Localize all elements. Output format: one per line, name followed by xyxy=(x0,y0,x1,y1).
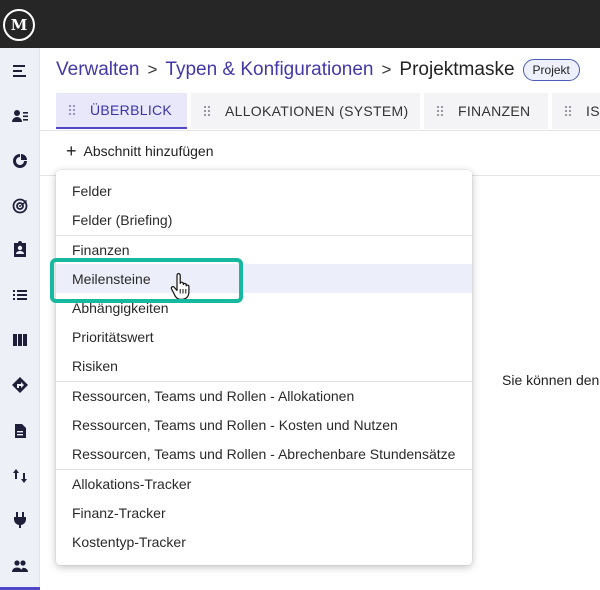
user-list-icon[interactable] xyxy=(0,104,40,128)
menu-item-felder-briefing[interactable]: Felder (Briefing) xyxy=(56,205,472,234)
breadcrumb-separator: > xyxy=(147,60,158,79)
drag-handle-icon[interactable] xyxy=(564,105,572,117)
breadcrumb-link-typen[interactable]: Typen & Konfigurationen xyxy=(165,59,373,81)
breadcrumb-separator: > xyxy=(381,60,392,79)
breadcrumb-link-verwalten[interactable]: Verwalten xyxy=(56,59,139,81)
tab-is[interactable]: IS xyxy=(552,93,600,129)
tab-label: ÜBERBLICK xyxy=(90,102,173,118)
hand-pointer-icon xyxy=(170,273,190,299)
menu-item-prioritaetswert[interactable]: Prioritätswert xyxy=(56,322,472,351)
drag-handle-icon[interactable] xyxy=(68,104,76,116)
menu-item-ressourcen-stundensaetze[interactable]: Ressourcen, Teams und Rollen - Abrechenb… xyxy=(56,439,472,468)
plug-icon[interactable] xyxy=(0,508,40,532)
route-diamond-icon[interactable] xyxy=(0,373,40,397)
plus-icon: + xyxy=(66,141,77,161)
breadcrumb: Verwalten > Typen & Konfigurationen > Pr… xyxy=(56,59,580,81)
target-icon[interactable] xyxy=(0,194,40,218)
people-icon[interactable] xyxy=(0,554,40,578)
document-icon[interactable] xyxy=(0,419,40,443)
tab-label: ALLOKATIONEN (SYSTEM) xyxy=(225,103,409,119)
type-badge: Projekt xyxy=(522,59,580,81)
menu-item-risiken[interactable]: Risiken xyxy=(56,351,472,380)
highlight-annotation xyxy=(50,258,243,303)
page-title: Projektmaske xyxy=(399,59,515,80)
add-section-button[interactable]: + Abschnitt hinzufügen xyxy=(66,141,214,161)
sidebar xyxy=(0,48,40,590)
add-section-menu: Felder Felder (Briefing) Finanzen Meilen… xyxy=(56,170,472,565)
add-section-label: Abschnitt hinzufügen xyxy=(83,143,214,159)
top-bar: M xyxy=(0,0,600,48)
menu-item-felder[interactable]: Felder xyxy=(56,176,472,205)
menu-collapse-icon[interactable] xyxy=(0,59,40,83)
drag-handle-icon[interactable] xyxy=(203,105,211,117)
tab-label: IS xyxy=(586,103,600,119)
app-logo[interactable]: M xyxy=(3,9,35,41)
tab-bar: ÜBERBLICK ALLOKATIONEN (SYSTEM) FINANZEN… xyxy=(56,93,600,130)
drag-handle-icon[interactable] xyxy=(436,105,444,117)
empty-hint-text: Sie können den xyxy=(502,372,600,388)
tabs-divider xyxy=(40,130,600,131)
tab-finanzen[interactable]: FINANZEN xyxy=(424,93,548,129)
board-columns-icon[interactable] xyxy=(0,328,40,352)
menu-item-ressourcen-kosten[interactable]: Ressourcen, Teams und Rollen - Kosten un… xyxy=(56,410,472,439)
sort-arrows-icon[interactable] xyxy=(0,464,40,488)
menu-item-kostentyp-tracker[interactable]: Kostentyp-Tracker xyxy=(56,527,472,556)
tab-label: FINANZEN xyxy=(458,103,531,119)
tab-allokationen[interactable]: ALLOKATIONEN (SYSTEM) xyxy=(191,93,420,129)
menu-item-ressourcen-allokationen[interactable]: Ressourcen, Teams und Rollen - Allokatio… xyxy=(56,381,472,410)
clipboard-user-icon[interactable] xyxy=(0,237,40,261)
menu-item-finanz-tracker[interactable]: Finanz-Tracker xyxy=(56,498,472,527)
tab-ueberblick[interactable]: ÜBERBLICK xyxy=(56,93,187,129)
list-icon[interactable] xyxy=(0,283,40,307)
menu-item-allokations-tracker[interactable]: Allokations-Tracker xyxy=(56,469,472,498)
pie-chart-icon[interactable] xyxy=(0,149,40,173)
